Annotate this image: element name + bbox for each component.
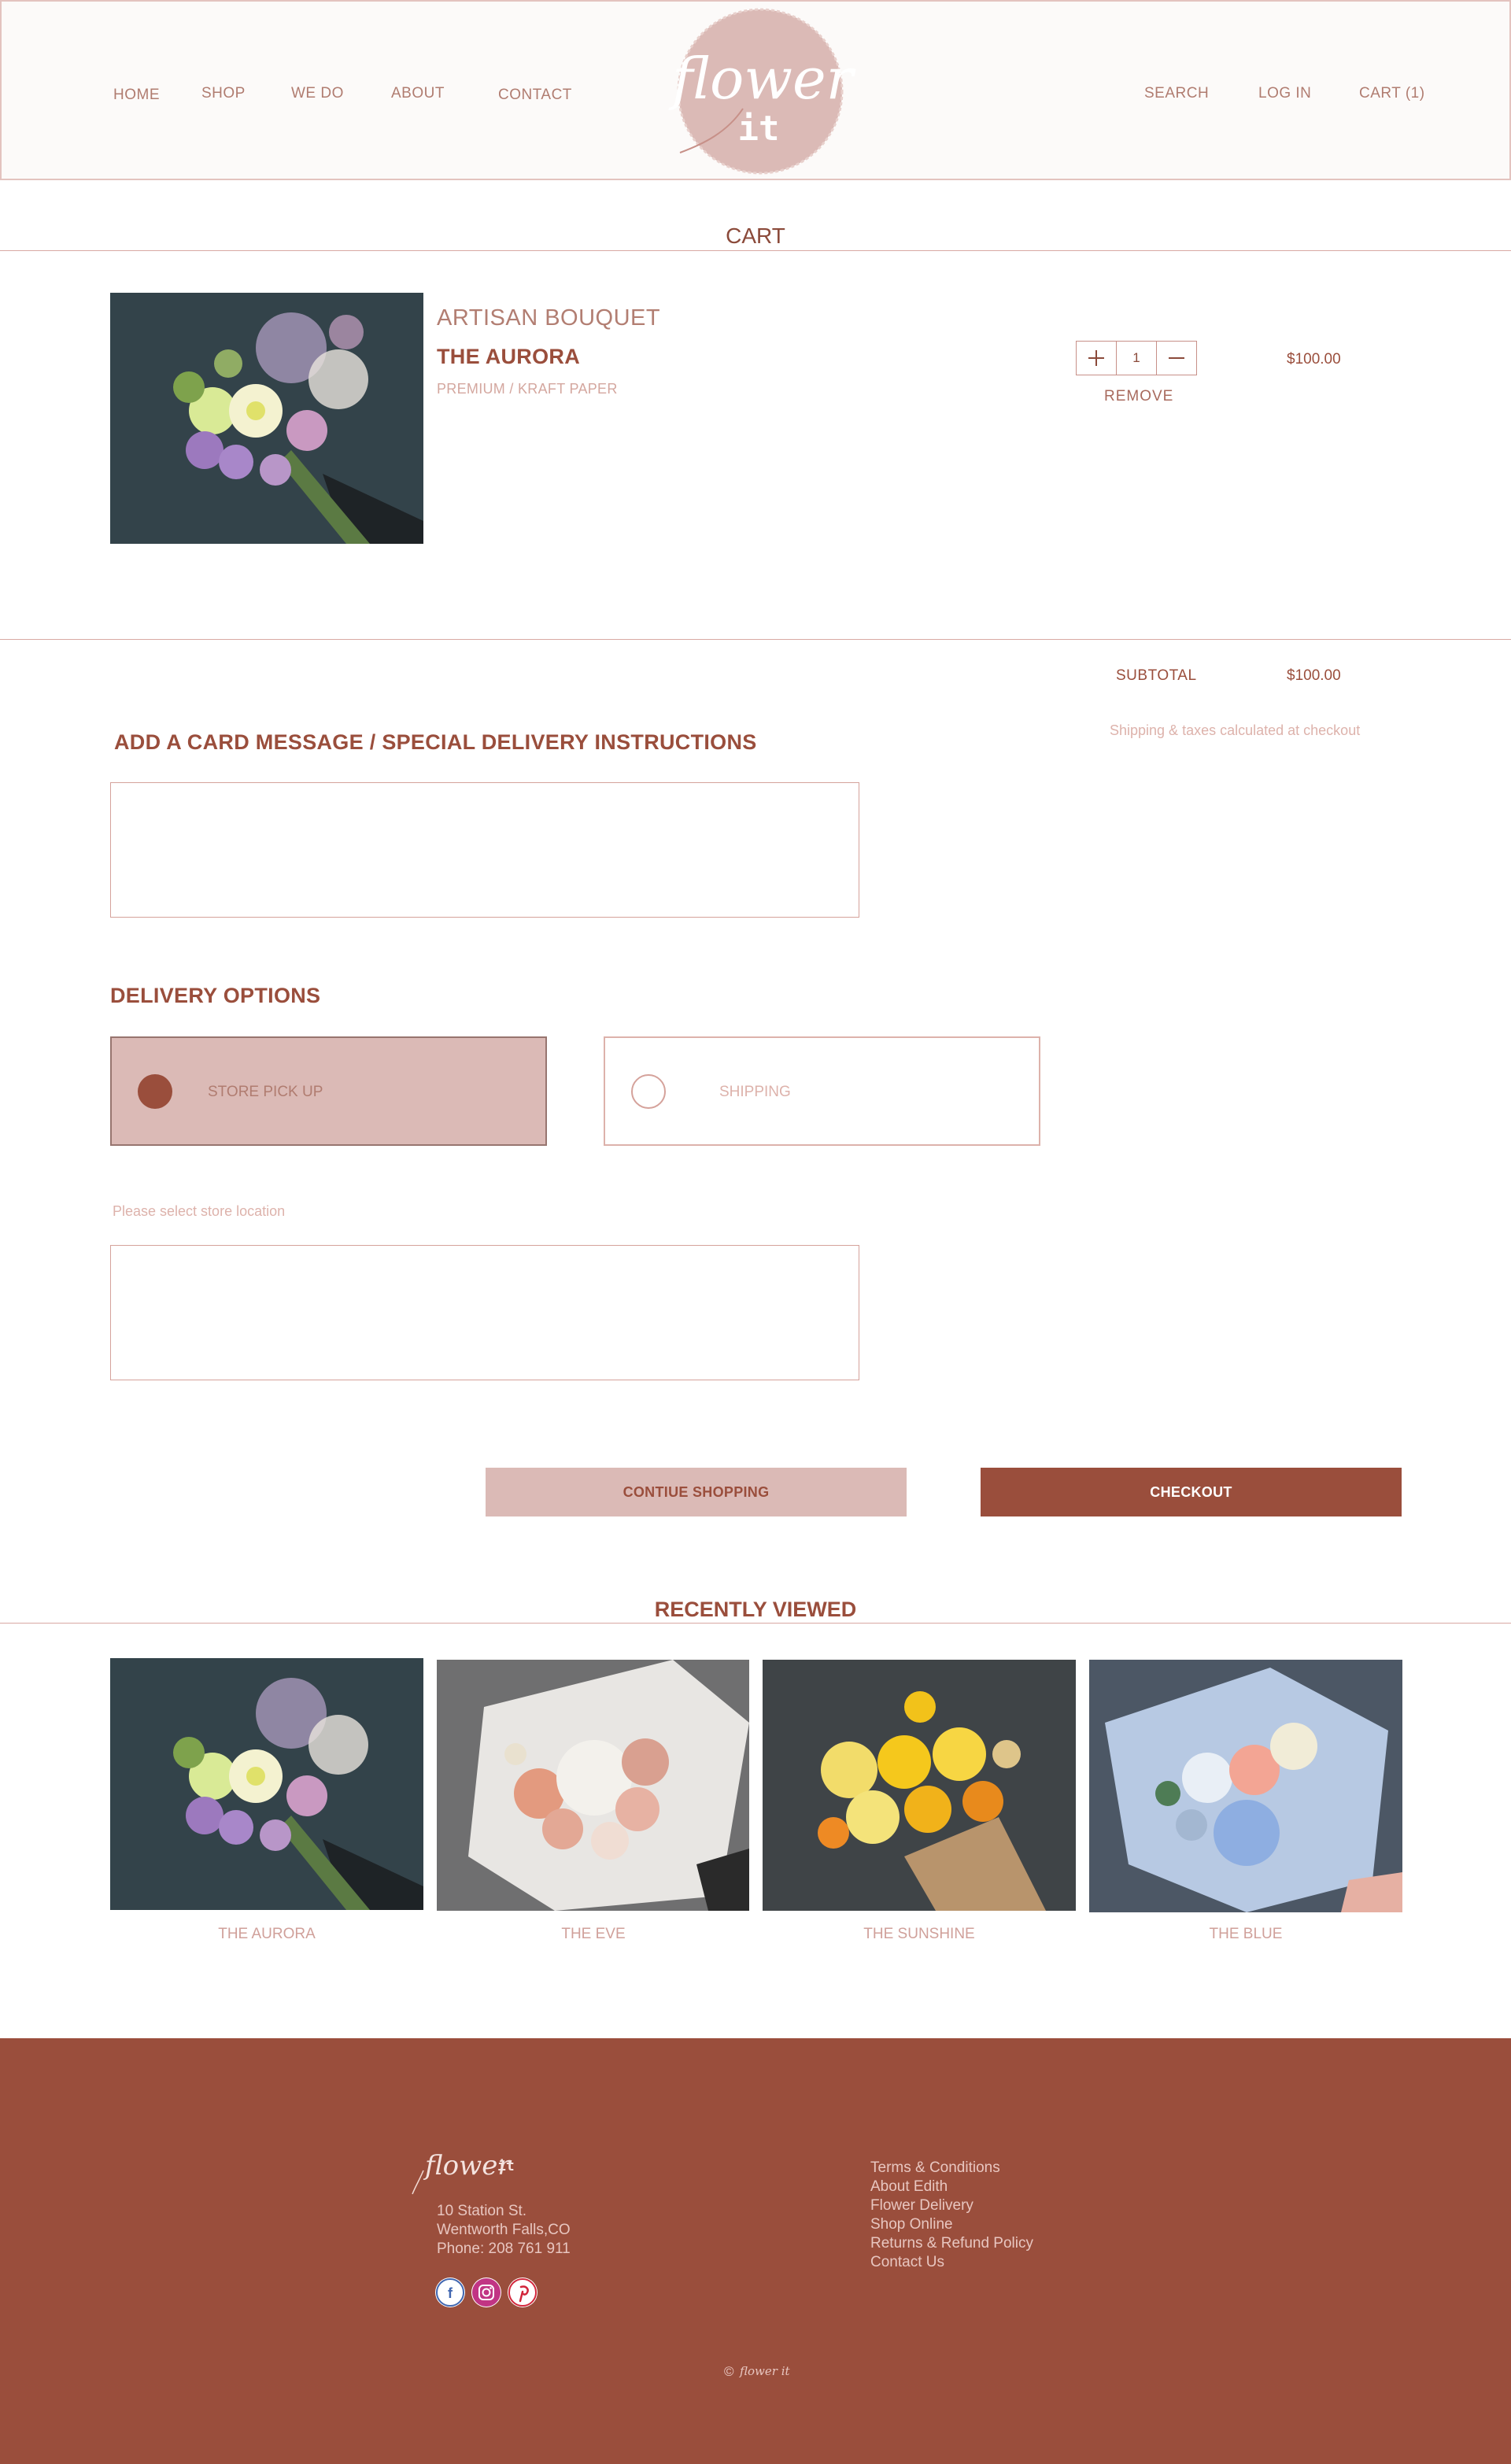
pinterest-icon[interactable] [508, 2277, 538, 2307]
checkout-button[interactable]: CHECKOUT [981, 1468, 1402, 1516]
site-header: HOME SHOP WE DO ABOUT CONTACT flower it … [0, 0, 1511, 180]
store-location-label: Please select store location [113, 1203, 286, 1219]
footer-phone: Phone: 208 761 911 [437, 2241, 571, 2257]
radio-unselected-icon [631, 1074, 666, 1109]
radio-selected-icon [138, 1074, 172, 1109]
footer-link-about[interactable]: About Edith [870, 2178, 948, 2196]
divider [0, 1623, 1511, 1624]
store-pickup-option[interactable]: STORE PICK UP [110, 1036, 547, 1146]
remove-item-link[interactable]: REMOVE [1104, 388, 1173, 405]
quantity-stepper: 1 [1076, 341, 1197, 375]
site-footer [0, 2038, 1511, 2464]
nav-shop[interactable]: SHOP [201, 85, 246, 102]
instagram-icon[interactable] [471, 2277, 501, 2307]
nav-about[interactable]: ABOUT [391, 85, 445, 102]
cart-item-option: PREMIUM / KRAFT PAPER [437, 381, 618, 397]
decrease-quantity-button[interactable] [1157, 342, 1196, 375]
footer-copyright: © flower it [724, 2364, 795, 2383]
facebook-icon[interactable]: f [435, 2277, 465, 2307]
continue-shopping-button[interactable]: CONTIUE SHOPPING [486, 1468, 907, 1516]
option-label: STORE PICK UP [208, 1084, 323, 1100]
product-image-aurora[interactable] [110, 1658, 423, 1910]
logo-text-it: it [737, 109, 780, 149]
subtotal-value: $100.00 [1287, 667, 1341, 684]
product-caption[interactable]: THE AURORA [110, 1926, 423, 1943]
product-caption[interactable]: THE SUNSHINE [763, 1926, 1076, 1943]
cart-item-image[interactable] [110, 293, 423, 544]
footer-link-delivery[interactable]: Flower Delivery [870, 2197, 973, 2215]
product-caption[interactable]: THE BLUE [1089, 1926, 1402, 1943]
plus-icon [1088, 350, 1104, 366]
shipping-note: Shipping & taxes calculated at checkout [1110, 722, 1361, 738]
increase-quantity-button[interactable] [1077, 342, 1116, 375]
product-caption[interactable]: THE EVE [437, 1926, 750, 1943]
card-message-heading: ADD A CARD MESSAGE / SPECIAL DELIVERY IN… [114, 730, 757, 754]
minus-icon [1169, 357, 1185, 359]
cart-item-category: ARTISAN BOUQUET [437, 305, 661, 331]
card-message-input[interactable] [110, 782, 859, 918]
delivery-options-heading: DELIVERY OPTIONS [110, 984, 321, 1007]
nav-search[interactable]: SEARCH [1144, 85, 1209, 102]
nav-home[interactable]: HOME [113, 87, 160, 104]
svg-text:f: f [448, 2285, 453, 2301]
footer-link-terms[interactable]: Terms & Conditions [870, 2159, 1000, 2177]
product-image-sunshine[interactable] [763, 1660, 1076, 1911]
footer-address-line: 10 Station St. [437, 2203, 527, 2219]
page-title: CART [726, 223, 785, 248]
logo-text-flower: flower [672, 46, 854, 112]
footer-address-line: Wentworth Falls,CO [437, 2222, 571, 2238]
divider [0, 639, 1511, 640]
nav-contact[interactable]: CONTACT [498, 87, 572, 104]
copyright-icon: © [724, 2364, 734, 2379]
recently-viewed-heading: RECENTLY VIEWED [654, 1598, 857, 1621]
nav-cart[interactable]: CART (1) [1359, 85, 1425, 102]
subtotal-label: SUBTOTAL [1116, 667, 1197, 684]
store-location-input[interactable] [110, 1245, 859, 1380]
footer-link-returns[interactable]: Returns & Refund Policy [870, 2235, 1033, 2252]
shipping-option[interactable]: SHIPPING [604, 1036, 1040, 1146]
quantity-value[interactable]: 1 [1115, 342, 1158, 375]
product-image-eve[interactable] [437, 1660, 749, 1911]
nav-we-do[interactable]: WE DO [291, 85, 344, 102]
option-label: SHIPPING [719, 1084, 791, 1100]
product-image-blue[interactable] [1089, 1660, 1402, 1912]
copyright-brand: flower it [740, 2364, 790, 2378]
cart-item-price: $100.00 [1287, 351, 1341, 368]
footer-link-shop[interactable]: Shop Online [870, 2216, 953, 2233]
cart-item-name[interactable]: THE AURORA [437, 345, 580, 369]
footer-link-contact[interactable]: Contact Us [870, 2254, 944, 2271]
divider [0, 250, 1511, 251]
footer-logo-it: it [497, 2158, 515, 2174]
footer-logo[interactable]: flower it [411, 2147, 537, 2196]
nav-login[interactable]: LOG IN [1258, 85, 1311, 102]
brand-logo[interactable]: flower it [672, 6, 854, 175]
